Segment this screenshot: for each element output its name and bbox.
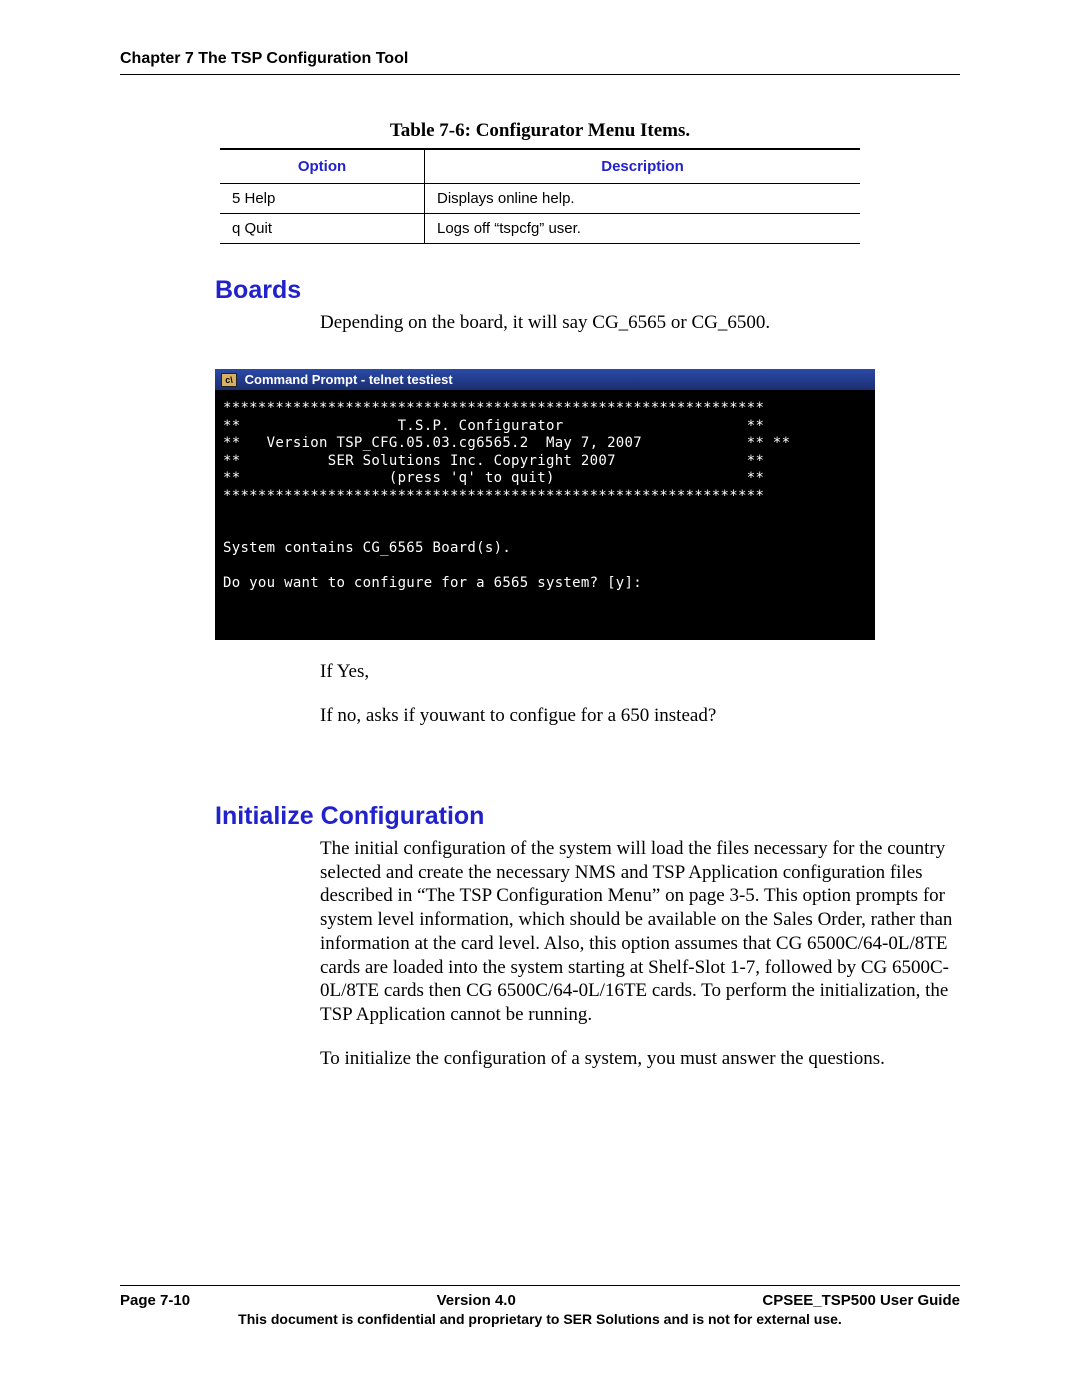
cmd-icon: c\ xyxy=(221,373,237,387)
terminal-title-text: Command Prompt - telnet testiest xyxy=(245,372,453,387)
footer-guide: CPSEE_TSP500 User Guide xyxy=(762,1292,960,1309)
terminal-body: ****************************************… xyxy=(215,390,875,640)
table-header-row: Option Description xyxy=(220,149,860,184)
cell-description: Displays online help. xyxy=(425,184,861,214)
table-row: q Quit Logs off “tspcfg” user. xyxy=(220,214,860,244)
table-caption: Table 7-6: Configurator Menu Items. xyxy=(120,120,960,142)
footer-page: Page 7-10 xyxy=(120,1292,190,1309)
terminal-titlebar: c\ Command Prompt - telnet testiest xyxy=(215,369,875,391)
page-header: Chapter 7 The TSP Configuration Tool xyxy=(120,50,960,75)
col-description: Description xyxy=(425,149,861,184)
document-page: Chapter 7 The TSP Configuration Tool Tab… xyxy=(0,0,1080,1397)
page-footer: Page 7-10 Version 4.0 CPSEE_TSP500 User … xyxy=(120,1285,960,1327)
initconf-heading: Initialize Configuration xyxy=(215,802,960,831)
initconf-p2: To initialize the configuration of a sys… xyxy=(320,1047,960,1071)
boards-heading: Boards xyxy=(215,276,960,305)
initconf-p1: The initial configuration of the system … xyxy=(320,837,960,1027)
col-option: Option xyxy=(220,149,425,184)
cell-option: q Quit xyxy=(220,214,425,244)
configurator-table: Option Description 5 Help Displays onlin… xyxy=(220,148,860,244)
table-row: 5 Help Displays online help. xyxy=(220,184,860,214)
cell-option: 5 Help xyxy=(220,184,425,214)
cell-description: Logs off “tspcfg” user. xyxy=(425,214,861,244)
terminal-window: c\ Command Prompt - telnet testiest ****… xyxy=(215,369,875,641)
boards-if-yes: If Yes, xyxy=(320,660,960,684)
footer-confidential: This document is confidential and propri… xyxy=(120,1311,960,1327)
footer-version: Version 4.0 xyxy=(437,1292,516,1309)
boards-if-no: If no, asks if youwant to configue for a… xyxy=(320,704,960,728)
boards-intro: Depending on the board, it will say CG_6… xyxy=(320,311,960,335)
